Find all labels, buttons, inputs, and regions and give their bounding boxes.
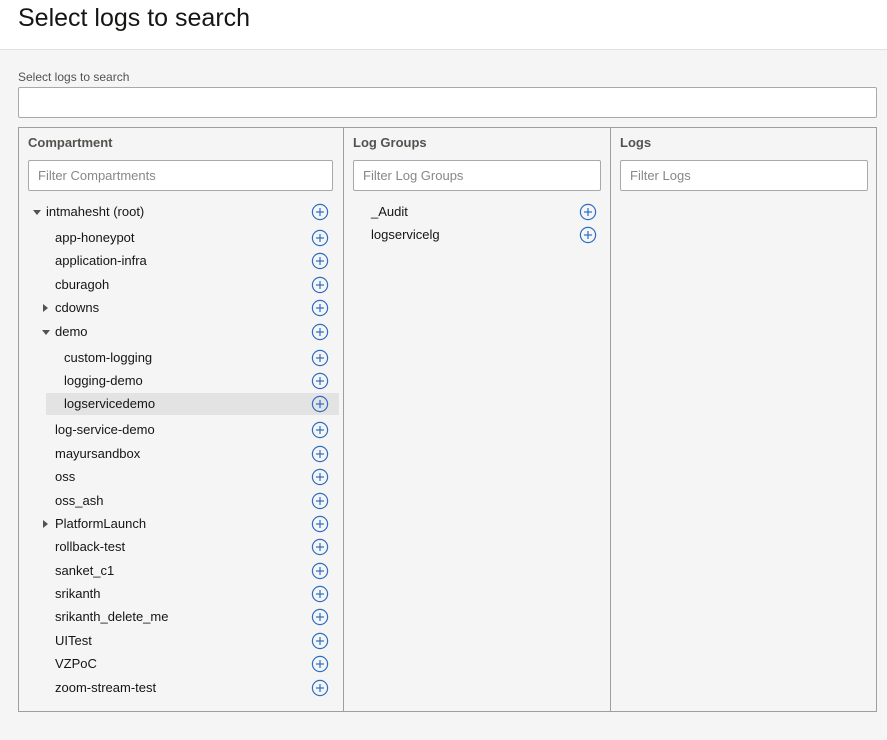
plus-circle-icon[interactable] — [311, 349, 329, 367]
plus-circle-icon[interactable] — [311, 468, 329, 486]
plus-circle-icon[interactable] — [311, 492, 329, 510]
compartment-name: logging-demo — [64, 373, 143, 388]
compartment-name: srikanth_delete_me — [55, 609, 169, 624]
log-picker: Compartment intmahesht (root) app-honeypo… — [18, 127, 877, 712]
plus-circle-icon[interactable] — [311, 445, 329, 463]
compartment-tree-item[interactable]: log-service-demo — [19, 419, 341, 441]
compartment-tree-item[interactable]: zoom-stream-test — [19, 677, 341, 699]
compartment-tree-item[interactable]: logservicedemo — [46, 393, 339, 415]
plus-circle-icon[interactable] — [311, 608, 329, 626]
compartment-tree-item[interactable]: application-infra — [19, 250, 341, 272]
compartment-tree-item[interactable]: PlatformLaunch — [19, 513, 341, 535]
log-group-name: logservicelg — [371, 227, 440, 242]
logs-column: Logs — [610, 128, 876, 711]
plus-circle-icon[interactable] — [579, 226, 597, 244]
compartment-name: cburagoh — [55, 277, 110, 292]
plus-circle-icon[interactable] — [311, 679, 329, 697]
plus-circle-icon[interactable] — [311, 632, 329, 650]
compartment-name: logservicedemo — [64, 396, 156, 411]
filter-log-groups-input[interactable] — [353, 160, 601, 191]
compartment-tree-item[interactable]: mayursandbox — [19, 443, 341, 465]
log-groups-column-header: Log Groups — [353, 135, 427, 150]
compartment-name: VZPoC — [55, 656, 97, 671]
compartment-name: UITest — [55, 633, 92, 648]
plus-circle-icon[interactable] — [311, 372, 329, 390]
compartment-name: app-honeypot — [55, 230, 135, 245]
plus-circle-icon[interactable] — [311, 562, 329, 580]
logs-column-header: Logs — [620, 135, 652, 150]
plus-circle-icon[interactable] — [311, 299, 329, 317]
compartment-tree-item[interactable]: oss_ash — [19, 490, 341, 512]
plus-circle-icon[interactable] — [311, 276, 329, 294]
compartment-tree-item[interactable]: cdowns — [19, 297, 341, 319]
compartment-tree-item[interactable]: cburagoh — [19, 274, 341, 296]
plus-circle-icon[interactable] — [311, 515, 329, 533]
plus-circle-icon[interactable] — [311, 538, 329, 556]
compartment-tree-item[interactable]: intmahesht (root) — [19, 201, 341, 223]
compartment-tree-item[interactable]: logging-demo — [19, 370, 341, 392]
compartment-tree-item[interactable]: custom-logging — [19, 347, 341, 369]
compartment-name: cdowns — [55, 300, 100, 315]
compartment-name: oss — [55, 469, 76, 484]
compartment-name: custom-logging — [64, 350, 153, 365]
compartment-name: mayursandbox — [55, 446, 141, 461]
compartment-tree-item[interactable]: oss — [19, 466, 341, 488]
compartment-name: zoom-stream-test — [55, 680, 157, 695]
caret-right-icon[interactable] — [43, 520, 48, 528]
compartment-tree-item[interactable]: demo — [19, 321, 341, 343]
compartment-name: log-service-demo — [55, 422, 155, 437]
log-group-item[interactable]: logservicelg — [344, 224, 609, 246]
compartment-name: PlatformLaunch — [55, 516, 147, 531]
log-group-name: _Audit — [371, 204, 408, 219]
compartment-tree-item[interactable]: sanket_c1 — [19, 560, 341, 582]
search-label: Select logs to search — [18, 70, 130, 84]
compartment-column: Compartment intmahesht (root) app-honeypo… — [19, 128, 343, 711]
compartment-tree-item[interactable]: app-honeypot — [19, 227, 341, 249]
compartment-tree-item[interactable]: srikanth_delete_me — [19, 606, 341, 628]
compartment-column-header: Compartment — [28, 135, 113, 150]
plus-circle-icon[interactable] — [311, 655, 329, 673]
compartment-name: sanket_c1 — [55, 563, 115, 578]
filter-logs-input[interactable] — [620, 160, 868, 191]
plus-circle-icon[interactable] — [311, 421, 329, 439]
compartment-name: application-infra — [55, 253, 147, 268]
plus-circle-icon[interactable] — [311, 585, 329, 603]
plus-circle-icon[interactable] — [311, 229, 329, 247]
compartment-name: oss_ash — [55, 493, 104, 508]
selected-logs-search-field[interactable] — [18, 87, 877, 118]
page-header: Select logs to search — [0, 0, 887, 50]
plus-circle-icon[interactable] — [311, 395, 329, 413]
compartment-name: intmahesht (root) — [46, 204, 145, 219]
filter-compartments-input[interactable] — [28, 160, 333, 191]
plus-circle-icon[interactable] — [579, 203, 597, 221]
log-groups-column: Log Groups _Audit logservicelg — [343, 128, 610, 711]
plus-circle-icon[interactable] — [311, 252, 329, 270]
compartment-name: demo — [55, 324, 88, 339]
caret-right-icon[interactable] — [43, 304, 48, 312]
compartment-tree-item[interactable]: VZPoC — [19, 653, 341, 675]
plus-circle-icon[interactable] — [311, 203, 329, 221]
compartment-tree-item[interactable]: UITest — [19, 630, 341, 652]
caret-down-icon[interactable] — [42, 330, 50, 335]
compartment-name: rollback-test — [55, 539, 126, 554]
compartment-tree-item[interactable]: rollback-test — [19, 536, 341, 558]
compartment-tree-item[interactable]: srikanth — [19, 583, 341, 605]
page-title: Select logs to search — [18, 4, 251, 32]
compartment-name: srikanth — [55, 586, 101, 601]
plus-circle-icon[interactable] — [311, 323, 329, 341]
log-group-item[interactable]: _Audit — [344, 201, 609, 223]
caret-down-icon[interactable] — [33, 210, 41, 215]
